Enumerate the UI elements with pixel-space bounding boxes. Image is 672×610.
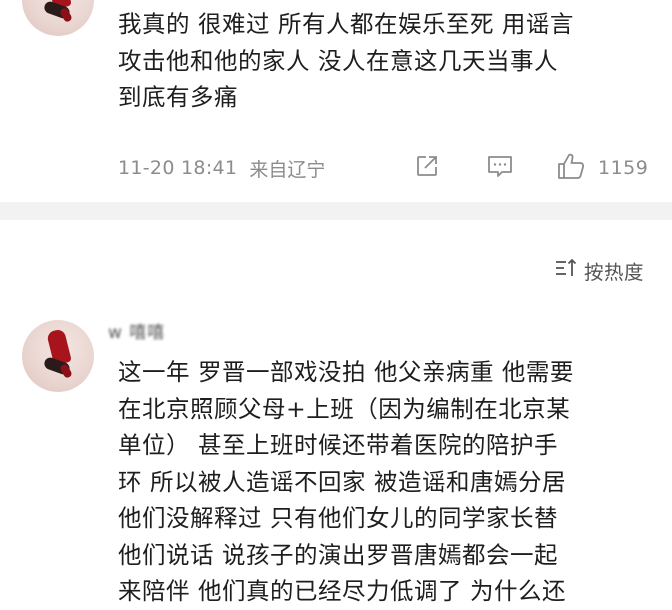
- reply-button[interactable]: [486, 152, 514, 184]
- comment-time: 11-20 18:41: [118, 157, 238, 179]
- sort-by-heat-button[interactable]: 按热度: [554, 256, 644, 284]
- avatar[interactable]: [22, 320, 94, 392]
- like-count: 1159: [598, 157, 649, 179]
- sort-icon: [554, 257, 578, 284]
- share-button[interactable]: [414, 152, 440, 184]
- sort-label: 按热度: [583, 260, 644, 284]
- comment-text: 这一年 罗晋一部戏没拍 他父亲病重 他需要 在北京照顾父母+上班（因为编制在北京…: [118, 358, 574, 605]
- comment-text: 我真的 很难过 所有人都在娱乐至死 用谣言 攻击他和他的家人 没人在意这几天当事…: [118, 10, 574, 111]
- comment-icon: [486, 153, 514, 184]
- like-button[interactable]: 1159: [556, 152, 648, 184]
- username[interactable]: w 嘻嘻: [108, 318, 165, 343]
- comment-location: 来自辽宁: [249, 158, 326, 181]
- thumbs-up-icon: [556, 151, 586, 186]
- share-icon: [414, 153, 440, 184]
- section-divider: [0, 202, 672, 220]
- avatar[interactable]: [22, 0, 94, 36]
- comment-meta: 11-20 18:41 来自辽宁 1159: [118, 152, 658, 184]
